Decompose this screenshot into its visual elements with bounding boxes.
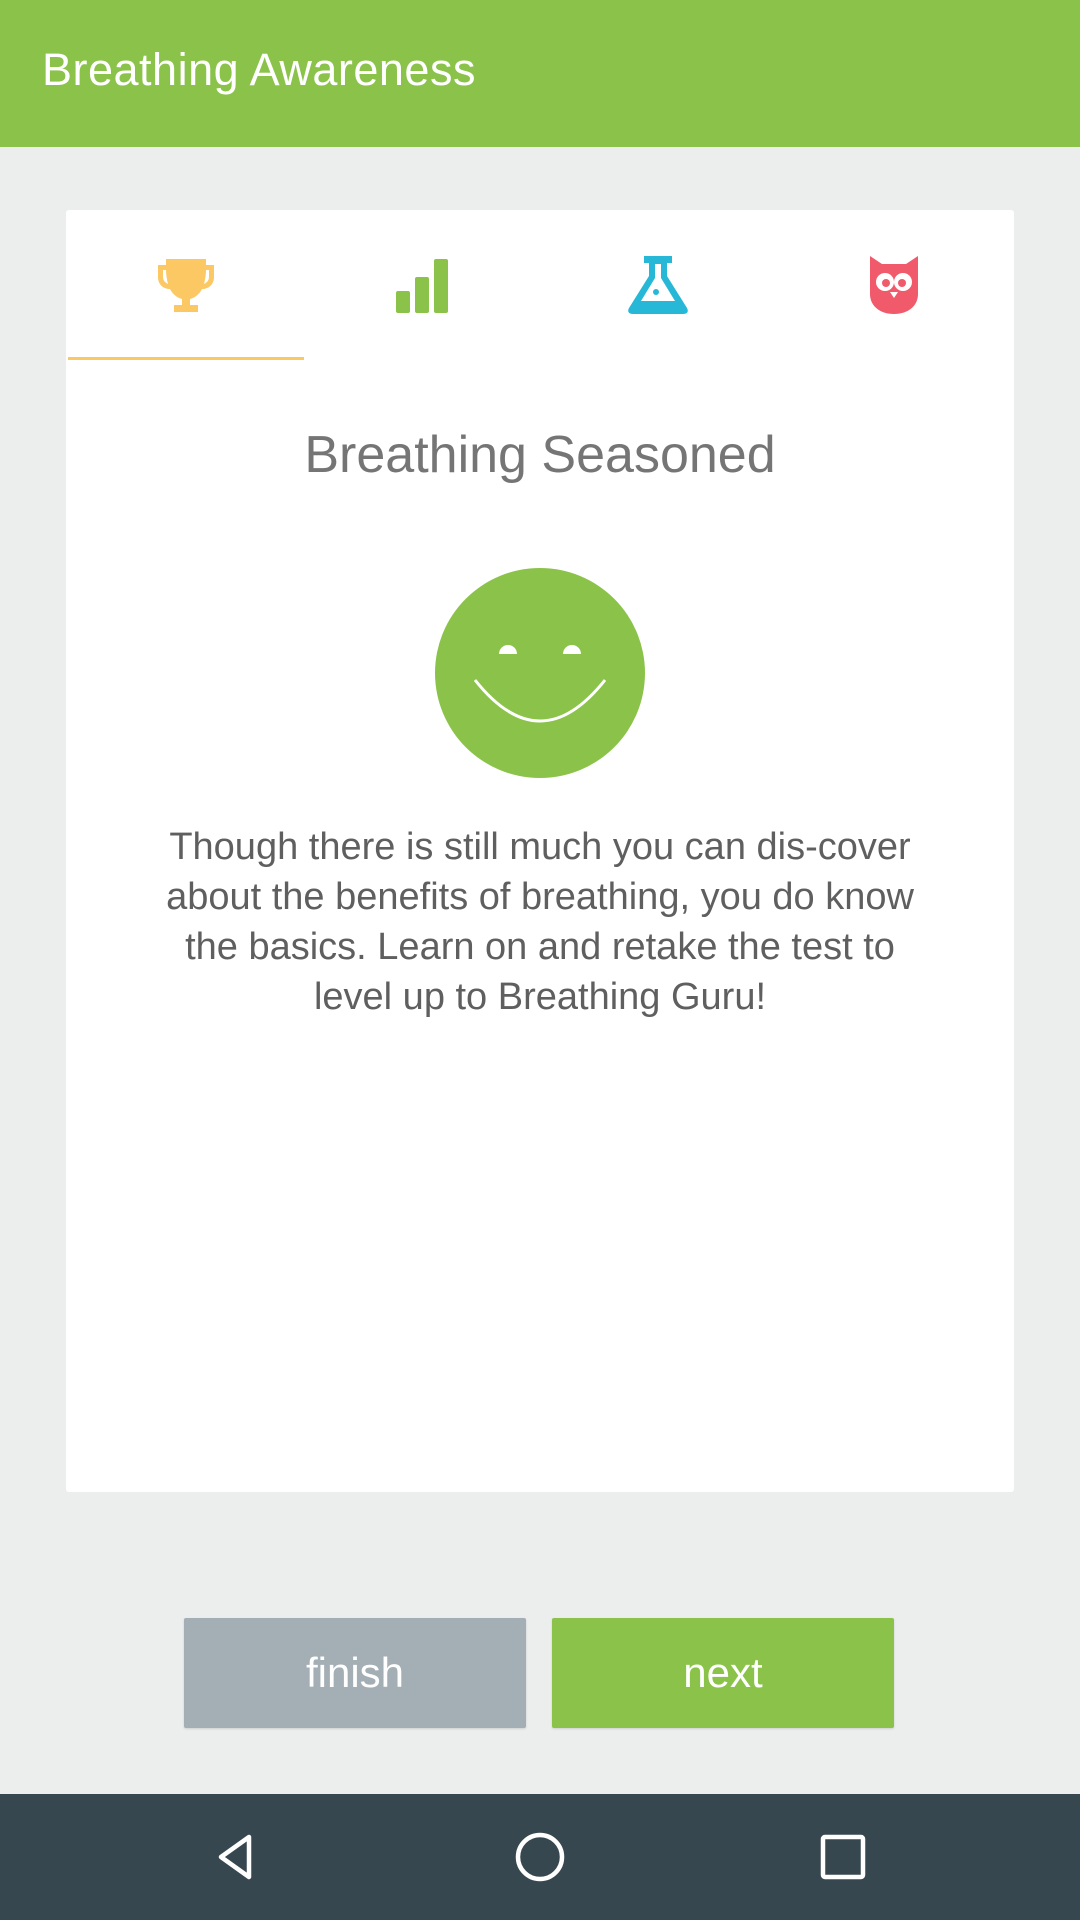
home-circle-icon: [515, 1832, 565, 1882]
tab-guru[interactable]: [776, 210, 1012, 360]
next-button[interactable]: next: [552, 1618, 894, 1728]
trophy-icon: [158, 259, 214, 312]
home-button[interactable]: [500, 1817, 580, 1897]
back-button[interactable]: [196, 1817, 276, 1897]
tab-trophy[interactable]: [68, 210, 304, 360]
level-title: Breathing Seasoned: [304, 426, 776, 484]
owl-icon: [870, 256, 918, 314]
system-nav-bar: [0, 1794, 1080, 1920]
recents-button[interactable]: [803, 1817, 883, 1897]
result-message: Though there is still much you can dis-c…: [166, 826, 914, 1018]
flask-icon: [628, 256, 688, 314]
result-card: Breathing Seasoned Though there is still…: [66, 210, 1014, 1492]
recents-square-icon: [820, 1834, 866, 1880]
tab-test[interactable]: [540, 210, 776, 360]
tab-bar: [68, 210, 1012, 360]
tab-stats[interactable]: [304, 210, 540, 360]
back-triangle-icon: [218, 1834, 252, 1880]
app-bar: Breathing Awareness: [0, 0, 1080, 147]
bar-chart-icon: [396, 259, 448, 313]
finish-button[interactable]: finish: [184, 1618, 526, 1728]
active-tab-indicator: [68, 357, 304, 360]
app-title: Breathing Awareness: [42, 44, 476, 95]
smiley-face-icon: [435, 568, 645, 778]
